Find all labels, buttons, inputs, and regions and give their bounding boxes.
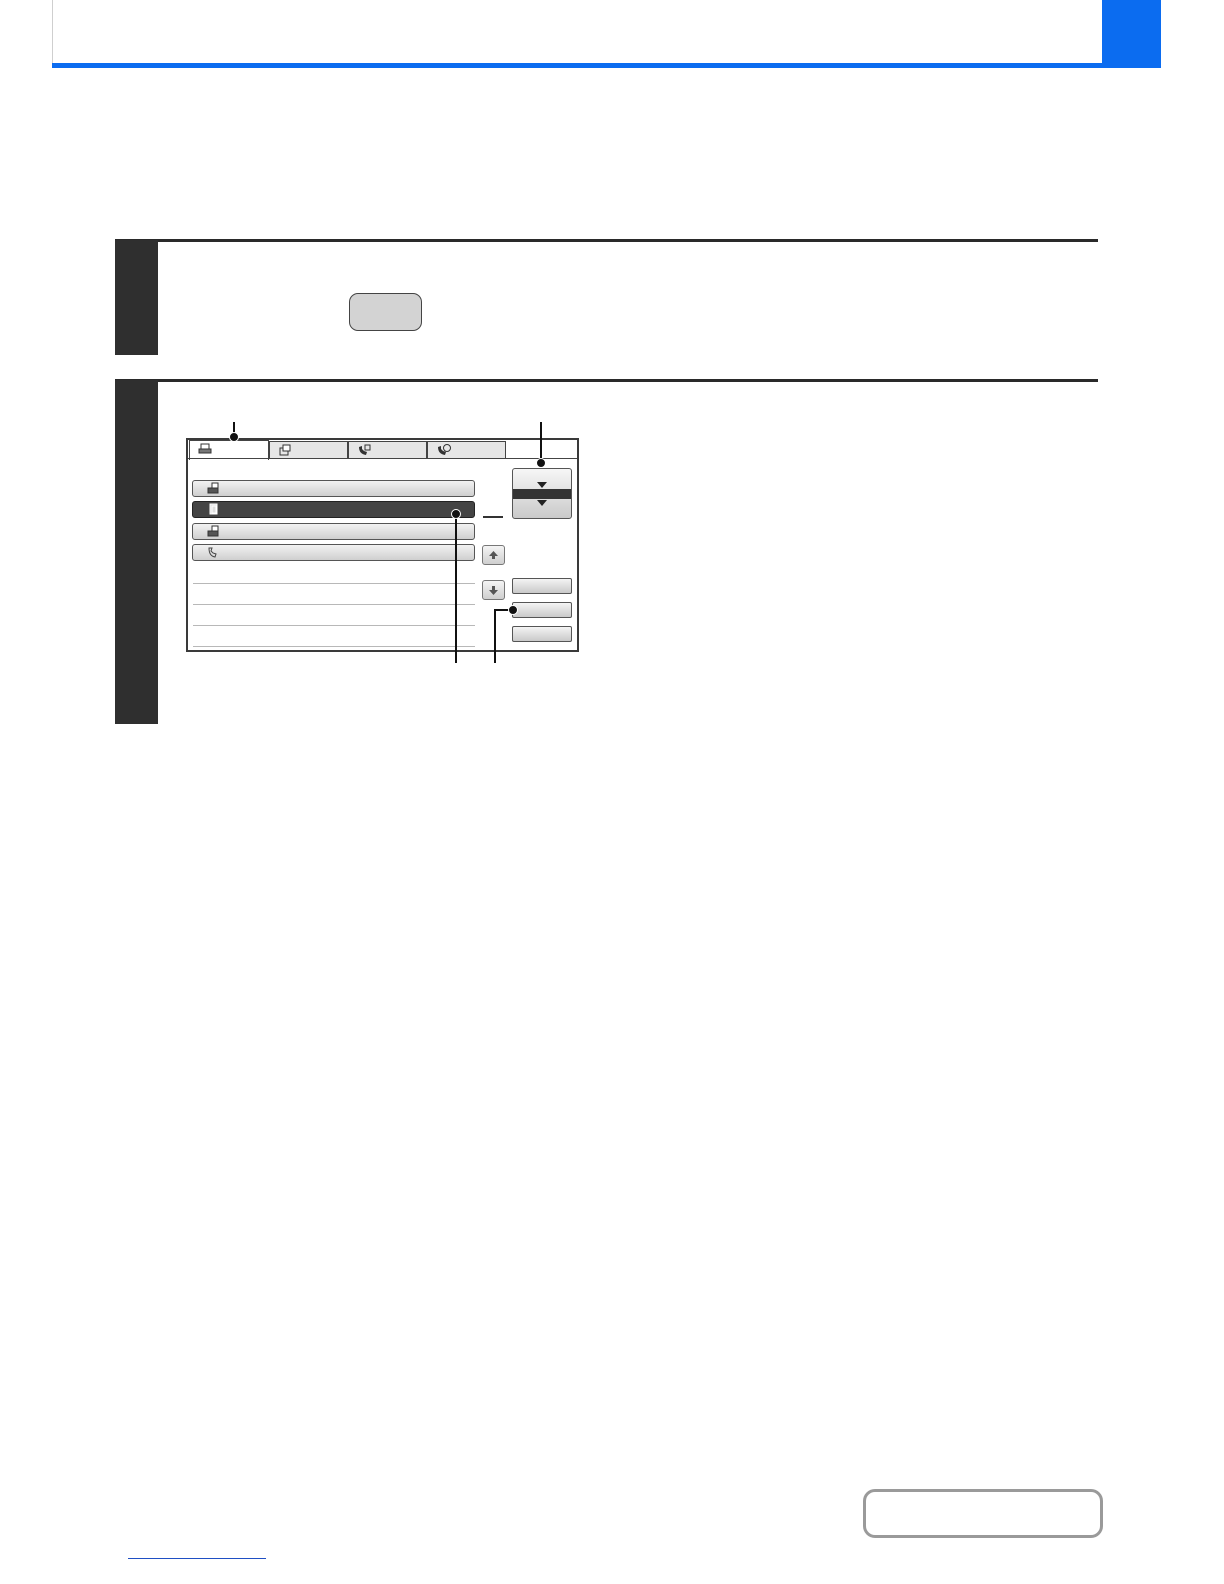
side-button-3[interactable] bbox=[512, 626, 572, 642]
callout-dot-side bbox=[508, 605, 518, 615]
job-row-1[interactable] bbox=[192, 480, 475, 497]
callout-dot-job bbox=[451, 509, 461, 519]
step-1-rule bbox=[115, 239, 1098, 242]
triangle-down-icon bbox=[537, 482, 547, 488]
step-2-rule bbox=[115, 379, 1098, 382]
footer-link-underline bbox=[128, 1558, 266, 1559]
fax-job-icon bbox=[208, 547, 217, 558]
empty-row-line bbox=[193, 583, 475, 584]
job-row-2-selected[interactable] bbox=[192, 501, 475, 518]
arrow-up-icon bbox=[489, 551, 498, 559]
tab-internet-fax[interactable] bbox=[427, 441, 506, 458]
step-1-number bbox=[115, 240, 158, 248]
fax-icon bbox=[359, 444, 371, 455]
step-2-bar bbox=[115, 380, 158, 724]
chapter-tab bbox=[1102, 0, 1161, 68]
scroll-down-button[interactable] bbox=[482, 580, 505, 600]
empty-row-line bbox=[193, 625, 475, 626]
side-button-1[interactable] bbox=[512, 578, 572, 594]
tab-scan[interactable] bbox=[269, 441, 348, 458]
print-job-icon bbox=[207, 482, 219, 494]
header-rule bbox=[52, 63, 1161, 68]
print-icon bbox=[198, 443, 212, 454]
page-header bbox=[52, 0, 1103, 64]
callout-line-side-v bbox=[494, 609, 496, 663]
print-job-icon bbox=[207, 525, 219, 537]
empty-row-line bbox=[193, 646, 475, 647]
arrow-down-icon bbox=[489, 586, 498, 595]
tab-print[interactable] bbox=[189, 440, 269, 460]
contents-button[interactable] bbox=[863, 1489, 1103, 1538]
tab-strip-line bbox=[188, 458, 577, 459]
scroll-up-button[interactable] bbox=[482, 545, 505, 565]
side-button-2[interactable] bbox=[512, 602, 572, 618]
copy-job-icon bbox=[209, 503, 218, 515]
triangle-down-icon bbox=[537, 500, 547, 506]
mode-button-label-bar bbox=[513, 489, 571, 499]
job-status-key-button[interactable] bbox=[349, 293, 422, 331]
callout-line-job bbox=[455, 513, 457, 663]
step-1-bar bbox=[115, 240, 158, 355]
callout-dot-mode bbox=[536, 458, 546, 468]
separator-dash bbox=[483, 516, 503, 518]
job-row-3[interactable] bbox=[192, 523, 475, 540]
step-2-number bbox=[115, 380, 158, 388]
job-row-4[interactable] bbox=[192, 544, 475, 561]
internet-fax-icon bbox=[438, 444, 451, 455]
scan-icon bbox=[279, 444, 291, 456]
tab-fax[interactable] bbox=[348, 441, 427, 458]
empty-row-line bbox=[193, 604, 475, 605]
callout-dot-tab bbox=[229, 432, 239, 442]
